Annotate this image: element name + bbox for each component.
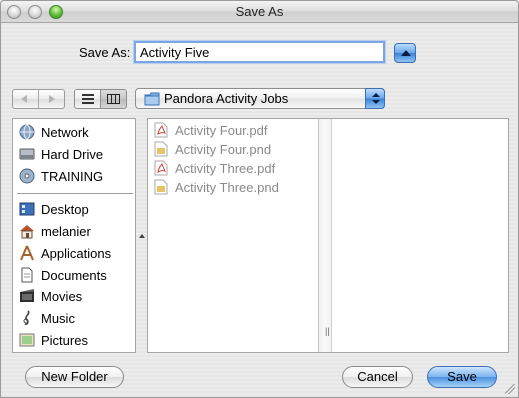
sidebar-item-applications[interactable]: Applications — [19, 244, 111, 262]
movies-icon — [20, 289, 34, 302]
popup-arrows[interactable] — [365, 88, 385, 109]
chevron-up-icon — [372, 93, 380, 97]
list-item[interactable]: Activity Three.pnd — [154, 178, 279, 196]
forward-button[interactable] — [38, 90, 64, 108]
back-button[interactable] — [13, 90, 38, 108]
cancel-button[interactable]: Cancel — [342, 366, 413, 388]
sidebar-item-network[interactable]: Network — [19, 123, 89, 141]
new-folder-button[interactable]: New Folder — [25, 366, 124, 388]
sidebar-item-home[interactable]: melanier — [19, 222, 91, 240]
sidebar-item-label: Applications — [41, 245, 112, 261]
sidebar-item-pictures[interactable]: Pictures — [19, 331, 88, 349]
sidebar-item-label: Network — [41, 124, 89, 140]
sidebar-item-movies[interactable]: Movies — [19, 287, 82, 305]
list-view-button[interactable] — [75, 90, 100, 108]
location-label: Pandora Activity Jobs — [164, 91, 289, 106]
title-bar[interactable]: Save As — [1, 1, 518, 23]
applications-icon — [20, 245, 34, 261]
disc-icon — [19, 168, 35, 184]
sidebar-item-label: Music — [41, 310, 75, 326]
desktop-icon — [19, 202, 35, 216]
globe-icon — [19, 124, 35, 140]
pdf-file-icon — [154, 122, 168, 138]
column-resize-grip-icon[interactable]: || — [325, 326, 330, 336]
sidebar: Network Hard Drive TRAINING Desktop mela… — [12, 118, 136, 353]
window-title: Save As — [235, 4, 284, 19]
folder-icon — [144, 92, 160, 106]
sidebar-item-hard-drive[interactable]: Hard Drive — [19, 145, 103, 163]
left-arrow-icon — [21, 95, 27, 103]
sidebar-item-label: Desktop — [41, 201, 89, 217]
save-button[interactable]: Save — [427, 366, 497, 388]
hard-drive-icon — [19, 148, 35, 160]
collapse-dialog-button[interactable] — [394, 43, 416, 63]
sidebar-item-desktop[interactable]: Desktop — [19, 200, 89, 218]
sidebar-splitter[interactable] — [138, 118, 146, 353]
back-forward-control — [12, 89, 65, 109]
column-resizer[interactable] — [319, 119, 332, 352]
column-view-icon — [107, 94, 120, 104]
save-as-label: Save As: — [79, 45, 131, 60]
list-view-icon — [82, 94, 94, 104]
sidebar-item-documents[interactable]: Documents — [19, 266, 107, 284]
sidebar-item-label: TRAINING — [41, 168, 104, 184]
save-as-dialog: Save As Save As: Pandora Activity Jobs N… — [0, 0, 519, 398]
filename-input[interactable] — [134, 41, 385, 63]
sidebar-item-label: Documents — [41, 267, 107, 283]
pnd-file-icon — [154, 141, 168, 157]
file-name: Activity Three.pdf — [175, 160, 276, 176]
file-name: Activity Three.pnd — [175, 179, 279, 195]
file-name: Activity Four.pnd — [175, 141, 272, 157]
list-item[interactable]: Activity Three.pdf — [154, 159, 275, 177]
list-item[interactable]: Activity Four.pdf — [154, 121, 267, 139]
sidebar-item-label: melanier — [41, 223, 91, 239]
sidebar-item-label: Movies — [41, 288, 83, 304]
view-mode-control — [74, 89, 127, 109]
documents-icon — [21, 267, 33, 283]
pnd-file-icon — [154, 179, 168, 195]
pictures-icon — [19, 333, 35, 347]
chevron-down-icon — [372, 100, 380, 104]
pdf-file-icon — [154, 160, 168, 176]
location-popup[interactable]: Pandora Activity Jobs — [135, 88, 385, 109]
sidebar-item-label: Hard Drive — [41, 146, 104, 162]
file-name: Activity Four.pdf — [175, 122, 268, 138]
sidebar-item-label: Pictures — [41, 332, 88, 348]
column-view-button[interactable] — [100, 90, 126, 108]
music-icon — [23, 310, 30, 325]
sidebar-divider — [17, 193, 133, 194]
sidebar-item-music[interactable]: Music — [19, 309, 75, 327]
resize-handle-icon — [139, 234, 145, 238]
browser-column: Activity Four.pdf Activity Four.pnd Acti… — [148, 119, 319, 352]
right-arrow-icon — [49, 95, 55, 103]
home-icon — [20, 225, 34, 239]
file-browser: Activity Four.pdf Activity Four.pnd Acti… — [147, 118, 509, 353]
sidebar-item-training[interactable]: TRAINING — [19, 167, 103, 185]
triangle-up-icon — [401, 50, 411, 56]
window-resize-icon[interactable] — [505, 384, 515, 394]
list-item[interactable]: Activity Four.pnd — [154, 140, 271, 158]
